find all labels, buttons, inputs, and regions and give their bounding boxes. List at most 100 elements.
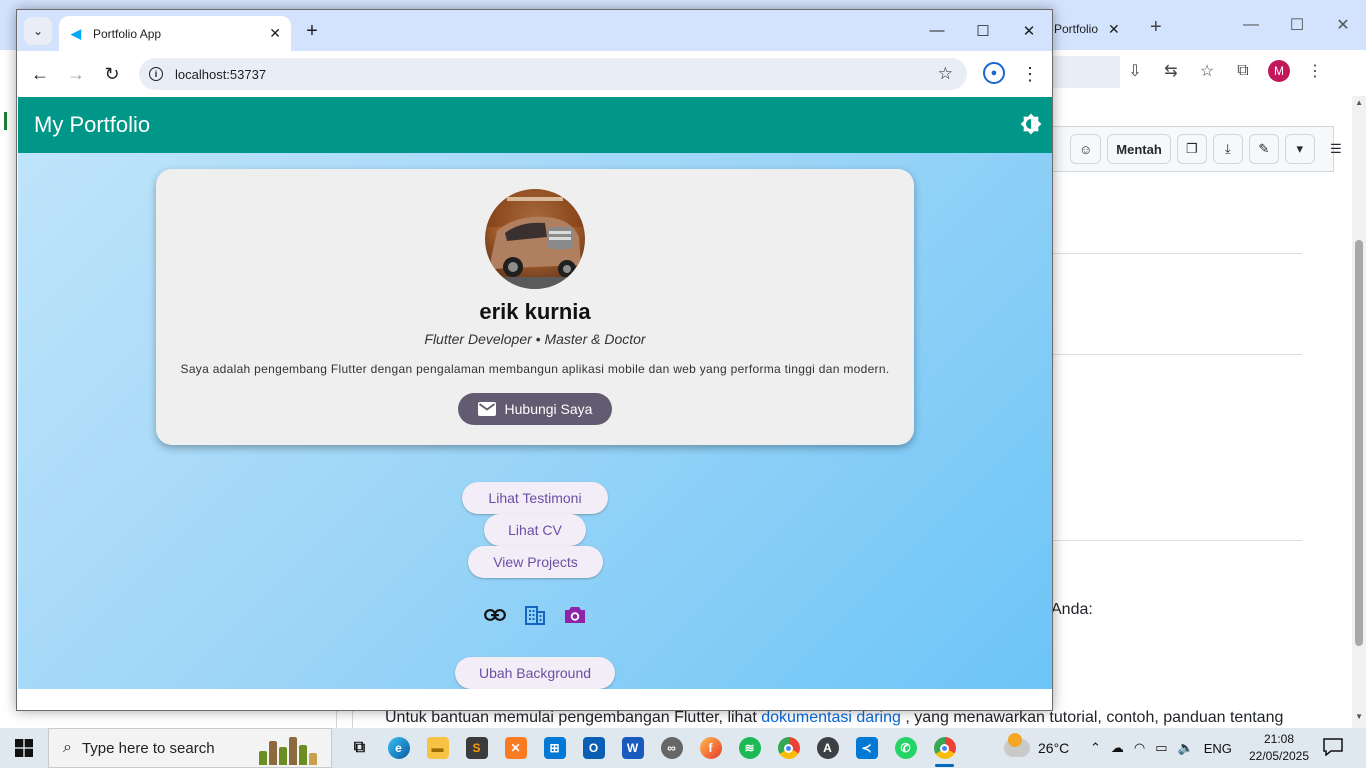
android-studio-icon[interactable]: A bbox=[808, 728, 847, 768]
profile-bio: Saya adalah pengembang Flutter dengan pe… bbox=[180, 362, 890, 376]
copilot-app-icon[interactable]: ∞ bbox=[652, 728, 691, 768]
profile-avatar bbox=[485, 189, 585, 289]
raw-button[interactable]: Mentah bbox=[1107, 134, 1171, 164]
menu-icon[interactable]: ⋮ bbox=[1019, 62, 1041, 86]
task-view-icon[interactable]: ⧉ bbox=[340, 728, 379, 768]
building-icon[interactable] bbox=[523, 603, 547, 627]
tab-portfolio-app[interactable]: ◀ Portfolio App ✕ bbox=[59, 16, 291, 51]
maximize-icon[interactable]: ☐ bbox=[1274, 0, 1320, 50]
background-new-tab-button[interactable]: + bbox=[1150, 16, 1162, 39]
xampp-icon[interactable]: ✕ bbox=[496, 728, 535, 768]
profile-name: erik kurnia bbox=[479, 299, 591, 324]
contact-button[interactable]: Hubungi Saya bbox=[458, 393, 612, 425]
windows-start-icon[interactable] bbox=[0, 728, 48, 768]
scrollbar-thumb[interactable] bbox=[1355, 240, 1363, 646]
menu-icon[interactable]: ⋮ bbox=[1302, 58, 1328, 84]
background-address-bar[interactable] bbox=[1050, 56, 1120, 88]
weather-widget[interactable]: 26°C bbox=[1004, 728, 1069, 768]
whatsapp-icon[interactable]: ✆ bbox=[886, 728, 925, 768]
back-icon[interactable]: ← bbox=[27, 61, 53, 87]
pinned-apps: ⧉ e ▬ S ✕ ⊞ O W ∞ f ≋ A ≺ ✆ bbox=[340, 728, 964, 768]
wifi-icon[interactable]: ◠ bbox=[1134, 740, 1145, 756]
minimize-icon[interactable]: — bbox=[914, 10, 960, 51]
url-text[interactable]: localhost:53737 bbox=[175, 67, 938, 82]
chevron-down-icon[interactable]: ▾ bbox=[1284, 134, 1315, 164]
word-icon[interactable]: W bbox=[613, 728, 652, 768]
copilot-icon[interactable]: ☺ bbox=[1070, 134, 1102, 164]
view-projects-button[interactable]: View Projects bbox=[468, 546, 603, 578]
battery-icon[interactable]: ▭ bbox=[1155, 740, 1167, 756]
reload-icon[interactable]: ↻ bbox=[99, 61, 125, 87]
chrome-icon[interactable] bbox=[769, 728, 808, 768]
notification-icon[interactable] bbox=[1322, 737, 1344, 757]
install-app-icon[interactable]: ⇩ bbox=[1122, 58, 1148, 84]
chevron-up-icon[interactable]: ⌃ bbox=[1090, 740, 1101, 756]
app-viewport: My Portfolio erik kurnia Flutter Develop… bbox=[18, 97, 1052, 710]
readme-text: Untuk bantuan memulai pengembangan Flutt… bbox=[385, 709, 762, 726]
weather-cloud-icon bbox=[1004, 733, 1030, 757]
volume-icon[interactable]: 🔈 bbox=[1178, 740, 1194, 756]
view-testimonials-button[interactable]: Lihat Testimoni bbox=[462, 482, 608, 514]
social-links bbox=[483, 603, 587, 627]
copy-icon[interactable]: ❐ bbox=[1176, 134, 1207, 164]
docs-link[interactable]: dokumentasi daring bbox=[761, 709, 901, 726]
background-tab-close-icon[interactable]: ✕ bbox=[1108, 21, 1120, 38]
scroll-up-icon[interactable]: ▲ bbox=[1355, 98, 1363, 107]
page-title: My Portfolio bbox=[34, 112, 151, 137]
extensions-icon[interactable]: ⧉ bbox=[1230, 58, 1256, 84]
email-icon bbox=[477, 402, 496, 416]
background-toolbar-icons: ⇩ ⇆ ☆ ⧉ M ⋮ bbox=[1122, 58, 1328, 84]
file-action-buttons: ☺ Mentah ❐ ⤓ ✎ ▾ ☰ bbox=[1070, 134, 1351, 164]
brightness-icon[interactable] bbox=[1018, 111, 1044, 137]
spotify-icon[interactable]: ≋ bbox=[730, 728, 769, 768]
view-cv-button[interactable]: Lihat CV bbox=[484, 514, 586, 546]
outline-list-icon[interactable]: ☰ bbox=[1321, 134, 1351, 164]
minimize-icon[interactable]: — bbox=[1228, 0, 1274, 50]
translate-icon[interactable]: ⇆ bbox=[1158, 58, 1184, 84]
clock[interactable]: 21:08 22/05/2025 bbox=[1248, 731, 1310, 765]
language-indicator[interactable]: ENG bbox=[1204, 741, 1232, 756]
sublime-text-icon[interactable]: S bbox=[457, 728, 496, 768]
new-tab-button[interactable]: + bbox=[300, 19, 324, 43]
network-status-icon[interactable]: ☁ bbox=[1111, 740, 1124, 756]
profile-role: Flutter Developer • Master & Doctor bbox=[424, 331, 646, 347]
weather-temperature: 26°C bbox=[1038, 740, 1070, 756]
close-icon[interactable]: ✕ bbox=[1006, 10, 1052, 51]
forward-icon[interactable]: → bbox=[63, 61, 89, 87]
edit-pencil-icon[interactable]: ✎ bbox=[1248, 134, 1279, 164]
background-tab[interactable]: Portfolio ✕ bbox=[1054, 14, 1138, 44]
chrome-active-icon[interactable] bbox=[925, 728, 964, 768]
microsoft-store-icon[interactable]: ⊞ bbox=[535, 728, 574, 768]
edge-icon[interactable]: e bbox=[379, 728, 418, 768]
bookmark-star-icon[interactable]: ☆ bbox=[1194, 58, 1220, 84]
camera-icon[interactable] bbox=[563, 603, 587, 627]
tab-close-icon[interactable]: ✕ bbox=[269, 25, 281, 42]
link-icon[interactable] bbox=[483, 603, 507, 627]
file-explorer-icon[interactable]: ▬ bbox=[418, 728, 457, 768]
readme-paragraph: Untuk bantuan memulai pengembangan Flutt… bbox=[385, 709, 1283, 727]
scroll-down-icon[interactable]: ▼ bbox=[1355, 712, 1363, 721]
browser-toolbar: ← → ↻ i localhost:53737 ☆ ● ⋮ bbox=[17, 51, 1052, 97]
background-tab-title: Portfolio bbox=[1054, 22, 1099, 36]
tab-title: Portfolio App bbox=[93, 26, 162, 41]
outlook-icon[interactable]: O bbox=[574, 728, 613, 768]
vscode-icon[interactable]: ≺ bbox=[847, 728, 886, 768]
bookmark-star-icon[interactable]: ☆ bbox=[938, 64, 953, 84]
download-icon[interactable]: ⤓ bbox=[1212, 134, 1243, 164]
address-bar[interactable]: i localhost:53737 ☆ bbox=[139, 58, 967, 90]
taskbar-search-box[interactable]: ⌕ Type here to search bbox=[48, 728, 332, 768]
maximize-icon[interactable]: ☐ bbox=[960, 10, 1006, 51]
viewport-footer bbox=[18, 689, 1052, 710]
close-icon[interactable]: ✕ bbox=[1320, 0, 1366, 50]
profile-icon[interactable]: ● bbox=[983, 62, 1005, 84]
browser-window: ⌄ ◀ Portfolio App ✕ + — ☐ ✕ ← → ↻ i loca… bbox=[16, 9, 1053, 711]
avatar: M bbox=[1268, 60, 1290, 82]
tab-search-button[interactable]: ⌄ bbox=[24, 17, 52, 45]
background-window-controls: — ☐ ✕ bbox=[1228, 0, 1366, 50]
divider bbox=[1052, 540, 1302, 541]
profile-avatar-button[interactable]: M bbox=[1266, 58, 1292, 84]
change-background-button[interactable]: Ubah Background bbox=[455, 657, 615, 689]
firefox-icon[interactable]: f bbox=[691, 728, 730, 768]
site-info-icon[interactable]: i bbox=[149, 67, 163, 81]
divider bbox=[1052, 253, 1302, 254]
